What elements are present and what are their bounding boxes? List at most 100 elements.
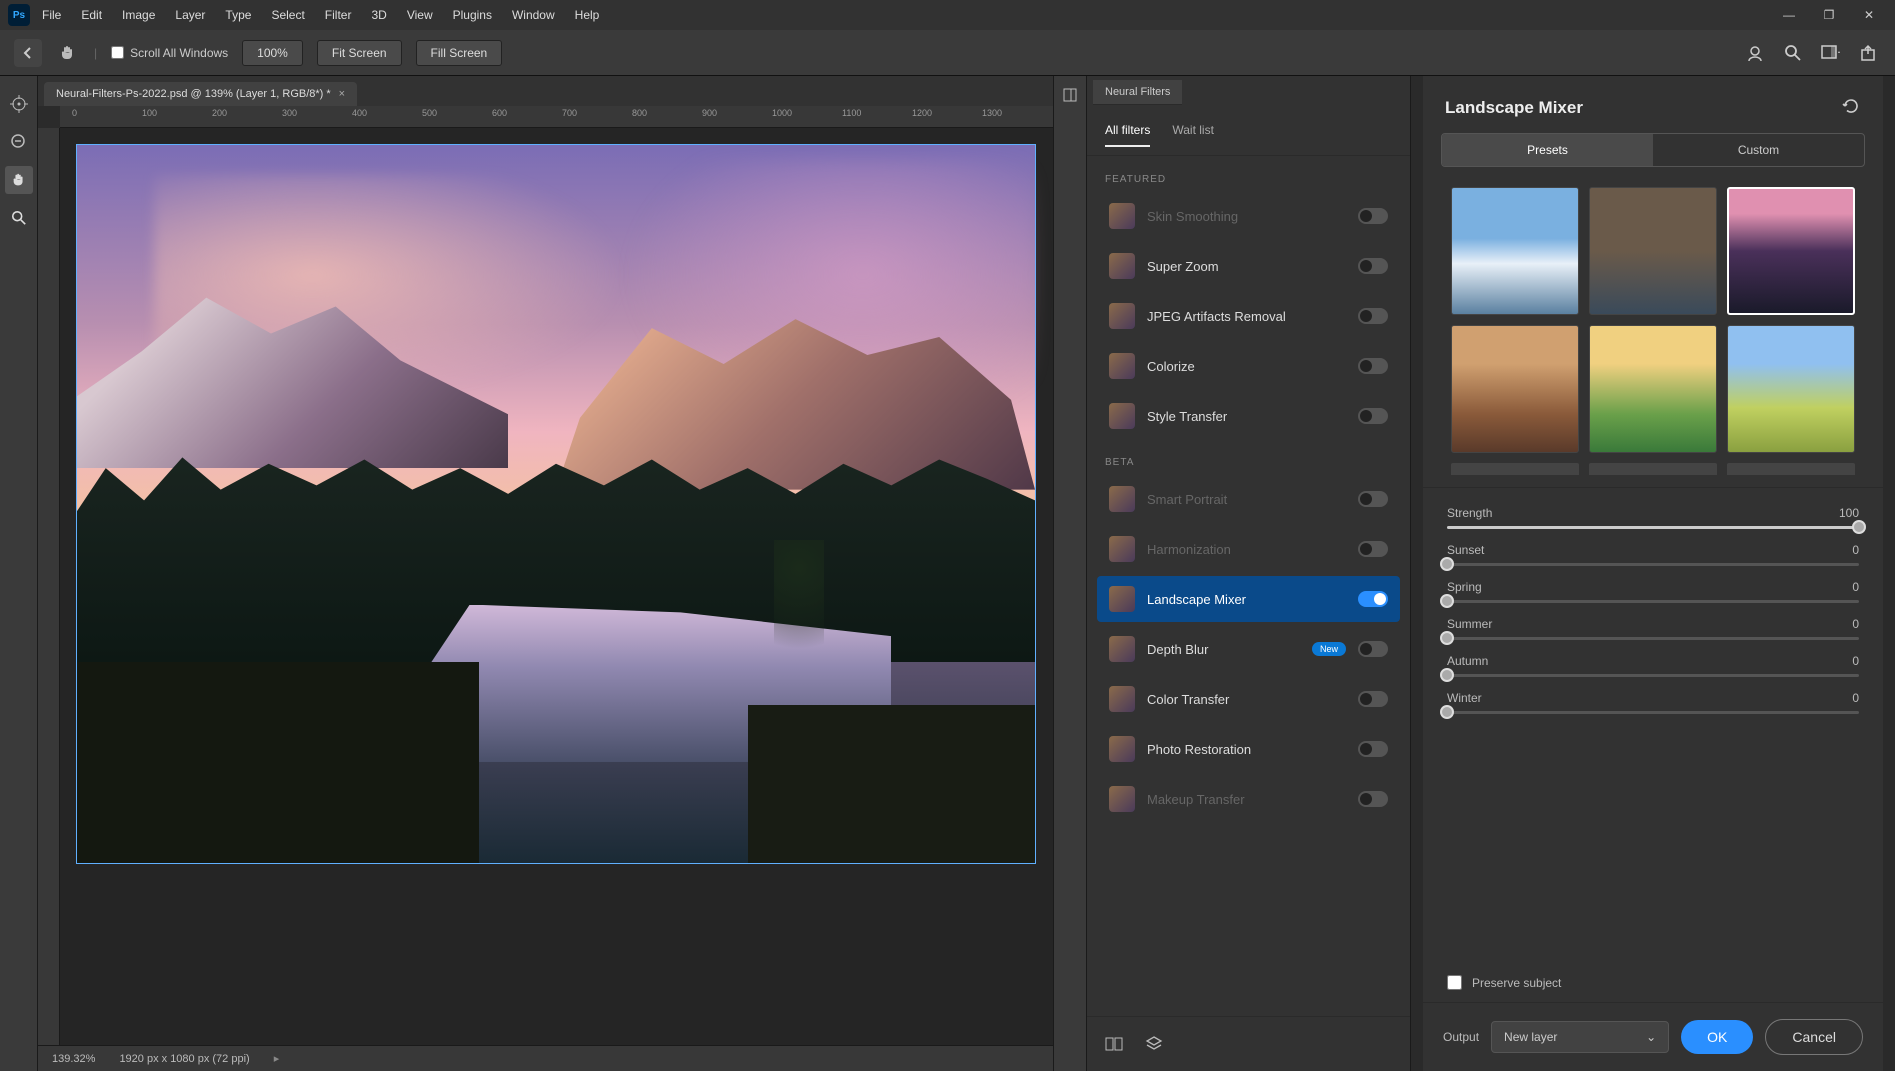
preview-mode-icon[interactable] — [1103, 1033, 1125, 1055]
slider-thumb[interactable] — [1440, 631, 1454, 645]
filter-toggle[interactable] — [1358, 591, 1388, 607]
menu-window[interactable]: Window — [504, 4, 563, 26]
horizontal-ruler: 0 100 200 300 400 500 600 700 800 900 10… — [60, 106, 1053, 128]
filter-toggle[interactable] — [1358, 741, 1388, 757]
home-back-button[interactable] — [14, 39, 42, 67]
filter-row-makeup-transfer[interactable]: Makeup Transfer — [1097, 776, 1400, 822]
filter-row-jpeg-artifacts-removal[interactable]: JPEG Artifacts Removal — [1097, 293, 1400, 339]
target-tool-icon[interactable] — [5, 90, 33, 118]
hand-tool-button[interactable] — [5, 166, 33, 194]
preset-thumb-6[interactable] — [1727, 325, 1855, 453]
filter-row-depth-blur[interactable]: Depth BlurNew — [1097, 626, 1400, 672]
slider-thumb[interactable] — [1440, 594, 1454, 608]
slider-thumb[interactable] — [1440, 668, 1454, 682]
status-zoom[interactable]: 139.32% — [52, 1053, 95, 1065]
slider-track[interactable] — [1447, 563, 1859, 566]
menu-type[interactable]: Type — [217, 4, 259, 26]
filter-row-color-transfer[interactable]: Color Transfer — [1097, 676, 1400, 722]
menu-select[interactable]: Select — [263, 4, 312, 26]
filter-toggle[interactable] — [1358, 541, 1388, 557]
canvas-viewport[interactable] — [60, 128, 1053, 1045]
document-tab[interactable]: Neural-Filters-Ps-2022.psd @ 139% (Layer… — [44, 82, 357, 106]
workspace-switcher-icon[interactable] — [1819, 41, 1843, 65]
filter-toggle[interactable] — [1358, 691, 1388, 707]
filter-toggle[interactable] — [1358, 308, 1388, 324]
fill-screen-button[interactable]: Fill Screen — [416, 40, 503, 66]
window-close-icon[interactable]: ✕ — [1851, 2, 1887, 28]
window-restore-icon[interactable]: ❐ — [1811, 2, 1847, 28]
filter-label: Harmonization — [1147, 542, 1346, 557]
filter-toggle[interactable] — [1358, 358, 1388, 374]
preset-thumb-2[interactable] — [1589, 187, 1717, 315]
filter-toggle[interactable] — [1358, 791, 1388, 807]
remove-zoom-icon[interactable] — [5, 128, 33, 156]
tab-presets[interactable]: Presets — [1442, 134, 1653, 166]
preset-thumb-4[interactable] — [1451, 325, 1579, 453]
preset-grid — [1423, 167, 1883, 457]
preset-thumb-5[interactable] — [1589, 325, 1717, 453]
preserve-subject-checkbox[interactable]: Preserve subject — [1423, 969, 1883, 1002]
output-select[interactable]: New layer ⌄ — [1491, 1021, 1669, 1053]
panel-dock — [1053, 76, 1087, 1071]
slider-track[interactable] — [1447, 711, 1859, 714]
fit-screen-button[interactable]: Fit Screen — [317, 40, 402, 66]
menu-edit[interactable]: Edit — [73, 4, 110, 26]
slider-track[interactable] — [1447, 674, 1859, 677]
menu-view[interactable]: View — [399, 4, 441, 26]
right-edge-scrollbar[interactable] — [1883, 76, 1895, 1071]
filter-row-smart-portrait[interactable]: Smart Portrait — [1097, 476, 1400, 522]
expand-dock-icon[interactable] — [1059, 84, 1081, 106]
menu-layer[interactable]: Layer — [167, 4, 213, 26]
filter-toggle[interactable] — [1358, 258, 1388, 274]
scroll-all-windows-checkbox[interactable]: Scroll All Windows — [111, 46, 228, 60]
tab-wait-list[interactable]: Wait list — [1172, 123, 1214, 147]
filter-toggle[interactable] — [1358, 641, 1388, 657]
slider-track[interactable] — [1447, 600, 1859, 603]
window-minimize-icon[interactable]: — — [1771, 2, 1807, 28]
panel-tab-neural-filters[interactable]: Neural Filters — [1093, 80, 1182, 105]
menu-plugins[interactable]: Plugins — [445, 4, 500, 26]
document-tab-close-icon[interactable]: × — [339, 88, 345, 100]
slider-value: 100 — [1839, 506, 1859, 520]
filter-row-style-transfer[interactable]: Style Transfer — [1097, 393, 1400, 439]
preset-thumb-3[interactable] — [1727, 187, 1855, 315]
slider-value: 0 — [1852, 580, 1859, 594]
filter-label: Style Transfer — [1147, 409, 1346, 424]
menu-3d[interactable]: 3D — [363, 4, 394, 26]
search-icon[interactable] — [1781, 41, 1805, 65]
cloud-docs-icon[interactable] — [1743, 41, 1767, 65]
slider-track[interactable] — [1447, 637, 1859, 640]
menu-filter[interactable]: Filter — [317, 4, 360, 26]
filter-row-harmonization[interactable]: Harmonization — [1097, 526, 1400, 572]
zoom-level-button[interactable]: 100% — [242, 40, 303, 66]
filter-row-super-zoom[interactable]: Super Zoom — [1097, 243, 1400, 289]
tab-all-filters[interactable]: All filters — [1105, 123, 1150, 147]
menu-help[interactable]: Help — [567, 4, 608, 26]
section-featured: FEATURED — [1087, 156, 1410, 193]
filter-row-landscape-mixer[interactable]: Landscape Mixer — [1097, 576, 1400, 622]
neural-filters-panel: Neural Filters All filters Wait list FEA… — [1087, 76, 1411, 1071]
menu-image[interactable]: Image — [114, 4, 163, 26]
filter-row-skin-smoothing[interactable]: Skin Smoothing — [1097, 193, 1400, 239]
ruler-tick: 1000 — [772, 108, 792, 118]
menu-file[interactable]: File — [34, 4, 69, 26]
filter-row-photo-restoration[interactable]: Photo Restoration — [1097, 726, 1400, 772]
filter-toggle[interactable] — [1358, 408, 1388, 424]
slider-thumb[interactable] — [1440, 557, 1454, 571]
slider-thumb[interactable] — [1440, 705, 1454, 719]
slider-thumb[interactable] — [1852, 520, 1866, 534]
filter-toggle[interactable] — [1358, 491, 1388, 507]
cancel-button[interactable]: Cancel — [1765, 1019, 1863, 1055]
share-icon[interactable] — [1857, 41, 1881, 65]
panel-scrollbar[interactable] — [1411, 76, 1423, 1071]
filter-row-colorize[interactable]: Colorize — [1097, 343, 1400, 389]
preset-thumb-1[interactable] — [1451, 187, 1579, 315]
layers-icon[interactable] — [1143, 1033, 1165, 1055]
slider-track[interactable] — [1447, 526, 1859, 529]
zoom-tool-button[interactable] — [5, 204, 33, 232]
filter-toggle[interactable] — [1358, 208, 1388, 224]
reset-icon[interactable] — [1841, 96, 1861, 119]
ok-button[interactable]: OK — [1681, 1020, 1753, 1054]
ruler-tick: 100 — [142, 108, 157, 118]
tab-custom[interactable]: Custom — [1653, 134, 1864, 166]
